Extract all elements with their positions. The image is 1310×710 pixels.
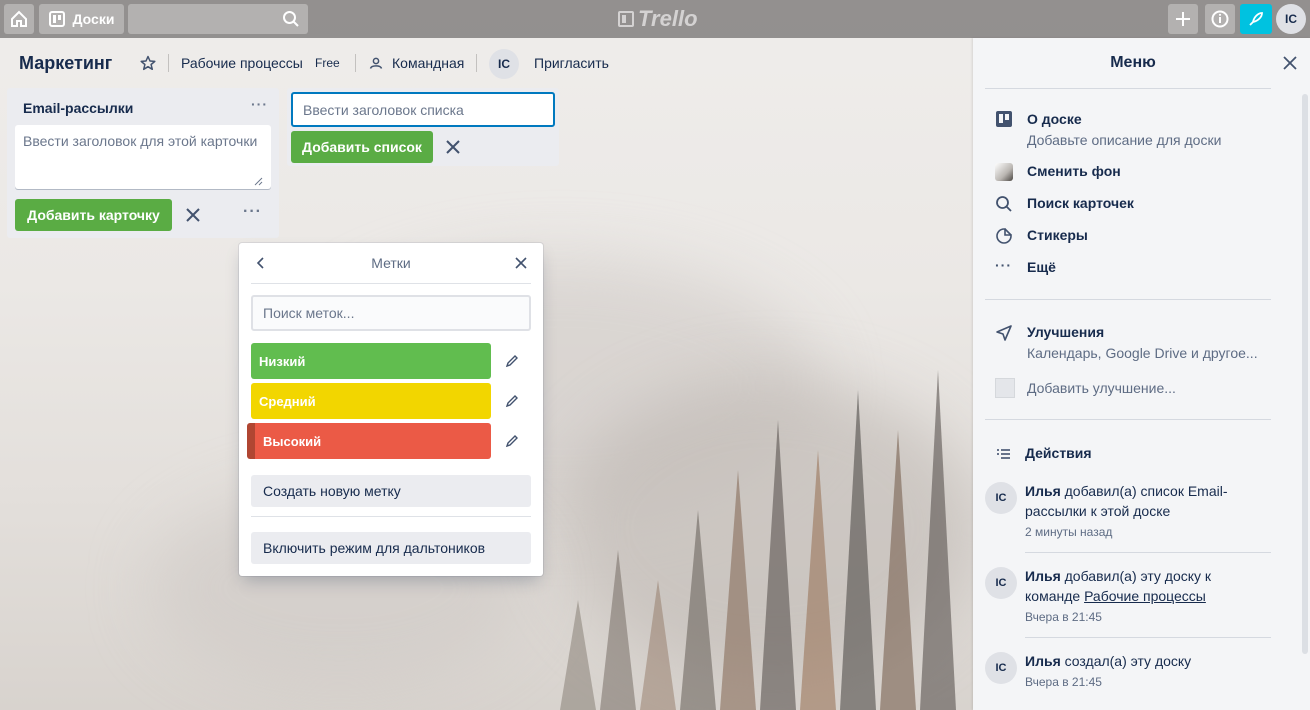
labels-popover: Метки Поиск меток... Низкий Средний Высо…: [239, 243, 543, 576]
label-search-input[interactable]: Поиск меток...: [251, 295, 531, 331]
close-icon[interactable]: [515, 257, 527, 269]
avatar[interactable]: IC: [985, 567, 1017, 599]
menu-activity: Действия: [1025, 445, 1092, 461]
search-input[interactable]: [128, 4, 308, 34]
board-menu: Меню О доске Добавьте описание для доски…: [973, 38, 1310, 710]
visibility-button[interactable]: Командная: [368, 46, 464, 80]
menu-title: Меню: [1110, 54, 1156, 71]
close-icon[interactable]: [185, 207, 201, 223]
star-button[interactable]: [140, 46, 156, 80]
info-button[interactable]: [1205, 4, 1235, 34]
menu-add-powerup[interactable]: Добавить улучшение...: [1027, 380, 1176, 396]
popover-title: Метки: [371, 255, 411, 271]
activity-list-icon: [997, 449, 1010, 459]
workspace-link[interactable]: Рабочие процессы: [181, 46, 303, 80]
avatar[interactable]: IC: [985, 482, 1017, 514]
board-title[interactable]: Маркетинг: [19, 46, 112, 80]
menu-powerups-sub[interactable]: Календарь, Google Drive и другое...: [1027, 345, 1258, 361]
menu-about[interactable]: О доске: [1027, 111, 1082, 127]
search-icon: [996, 196, 1012, 212]
sticker-icon: [996, 228, 1012, 244]
powerup-placeholder-icon: [995, 378, 1015, 398]
trello-logo[interactable]: Trello: [618, 6, 698, 32]
card-options-icon[interactable]: ···: [243, 203, 262, 221]
user-avatar[interactable]: IC: [1276, 4, 1306, 34]
close-icon[interactable]: [445, 139, 461, 155]
menu-change-bg[interactable]: Сменить фон: [1027, 163, 1121, 179]
list-email: Email-рассылки ··· Ввести заголовок для …: [7, 88, 279, 238]
plan-badge: Free: [315, 56, 340, 70]
menu-powerups[interactable]: Улучшения: [1027, 324, 1104, 340]
menu-scrollbar[interactable]: [1302, 94, 1308, 654]
boards-label: Доски: [72, 11, 115, 27]
board-header: Маркетинг Рабочие процессы Free Командна…: [0, 46, 972, 80]
info-icon: [1211, 10, 1229, 28]
trello-logo-icon: [618, 11, 634, 27]
add-list-button[interactable]: Добавить список: [291, 131, 433, 163]
activity-time[interactable]: Вчера в 21:45: [1025, 610, 1102, 624]
add-list-form: Ввести заголовок списка Добавить список: [287, 88, 559, 166]
plus-icon: [1176, 12, 1190, 26]
powerups-button[interactable]: [1240, 4, 1272, 34]
activity-item: Илья добавил(а) эту доску к команде Рабо…: [1025, 568, 1212, 604]
member-avatar[interactable]: IC: [489, 49, 519, 79]
avatar[interactable]: IC: [985, 652, 1017, 684]
rocket-icon: [1249, 12, 1263, 26]
edit-pencil-icon[interactable]: [505, 394, 519, 408]
activity-time[interactable]: 2 минуты назад: [1025, 525, 1112, 539]
team-icon: [369, 57, 383, 69]
add-card-button[interactable]: Добавить карточку: [15, 199, 172, 231]
label-low[interactable]: Низкий: [251, 343, 491, 379]
list-title[interactable]: Email-рассылки: [23, 100, 133, 116]
boards-icon: [48, 11, 65, 27]
home-icon: [11, 10, 27, 27]
activity-item: Илья добавил(а) список Email-рассылки к …: [1025, 483, 1228, 519]
background-thumbnail-icon: [995, 163, 1013, 181]
list-menu-icon[interactable]: ···: [251, 96, 268, 112]
edit-pencil-icon[interactable]: [505, 434, 519, 448]
list-title-input[interactable]: Ввести заголовок списка: [291, 92, 555, 127]
board-icon: [996, 111, 1012, 127]
more-icon: ···: [995, 257, 1012, 273]
create-button[interactable]: [1168, 4, 1198, 34]
label-medium[interactable]: Средний: [251, 383, 491, 419]
menu-search-cards[interactable]: Поиск карточек: [1027, 195, 1134, 211]
rocket-icon: [996, 325, 1012, 341]
invite-button[interactable]: Пригласить: [534, 46, 609, 80]
close-menu-icon[interactable]: [1283, 56, 1297, 70]
resize-handle-icon: [254, 177, 263, 186]
activity-time[interactable]: Вчера в 21:45: [1025, 675, 1102, 689]
menu-stickers[interactable]: Стикеры: [1027, 227, 1088, 243]
card-title-input[interactable]: Ввести заголовок для этой карточки: [15, 125, 271, 189]
create-label-button[interactable]: Создать новую метку: [251, 475, 531, 507]
colorblind-mode-button[interactable]: Включить режим для дальтоников: [251, 532, 531, 564]
edit-pencil-icon[interactable]: [505, 354, 519, 368]
boards-button[interactable]: Доски: [39, 4, 124, 34]
home-button[interactable]: [4, 4, 34, 34]
star-icon: [140, 55, 156, 71]
team-link[interactable]: Рабочие процессы: [1084, 588, 1206, 604]
activity-item: Илья создал(а) эту доску: [1025, 653, 1192, 669]
search-icon: [283, 11, 299, 27]
menu-more[interactable]: Ещё: [1027, 259, 1056, 275]
menu-about-sub[interactable]: Добавьте описание для доски: [1027, 132, 1221, 148]
label-high[interactable]: Высокий: [247, 423, 491, 459]
top-bar: Доски Trello IC: [0, 0, 1310, 38]
